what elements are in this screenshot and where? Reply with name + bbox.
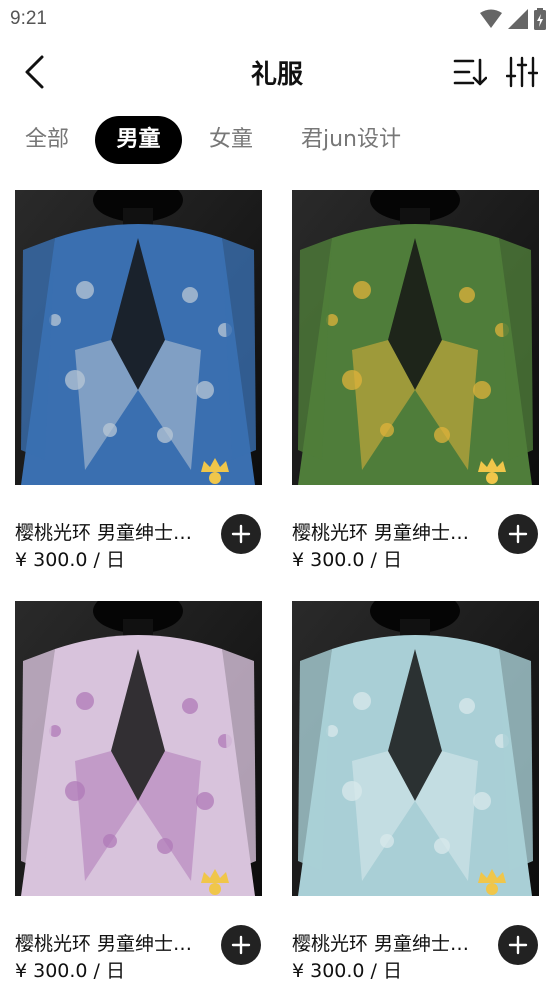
product-image[interactable] bbox=[15, 190, 262, 485]
filter-sliders-icon bbox=[506, 56, 538, 88]
filter-button[interactable] bbox=[502, 52, 542, 92]
suit-photo bbox=[15, 601, 262, 896]
product-price: ¥ 300.0 / 日 bbox=[292, 549, 403, 571]
status-icons bbox=[480, 8, 546, 30]
product-image[interactable] bbox=[292, 601, 539, 896]
add-to-cart-button[interactable] bbox=[221, 925, 261, 965]
sort-icon bbox=[453, 58, 487, 86]
product-price: ¥ 300.0 / 日 bbox=[15, 549, 126, 571]
sort-button[interactable] bbox=[450, 52, 490, 92]
plus-icon bbox=[231, 935, 251, 955]
tab-boys[interactable]: 男童 bbox=[95, 116, 182, 164]
wifi-icon bbox=[480, 9, 502, 28]
product-title[interactable]: 樱桃光环 男童绅士礼服 bbox=[292, 929, 477, 956]
add-to-cart-button[interactable] bbox=[498, 925, 538, 965]
add-to-cart-button[interactable] bbox=[498, 514, 538, 554]
product-title[interactable]: 樱桃光环 男童绅士礼服 bbox=[15, 929, 200, 956]
status-bar: 9:21 bbox=[0, 0, 554, 38]
tab-girls[interactable]: 女童 bbox=[198, 116, 264, 164]
battery-icon bbox=[534, 8, 546, 30]
plus-icon bbox=[231, 524, 251, 544]
product-image[interactable] bbox=[15, 601, 262, 896]
suit-photo bbox=[292, 190, 539, 485]
product-price: ¥ 300.0 / 日 bbox=[292, 960, 403, 982]
plus-icon bbox=[508, 935, 528, 955]
nav-bar: 礼服 bbox=[0, 40, 554, 104]
suit-photo bbox=[15, 190, 262, 485]
category-tabs: 全部 男童 女童 君jun设计 bbox=[0, 114, 554, 166]
product-title[interactable]: 樱桃光环 男童绅士礼服 bbox=[292, 518, 477, 545]
tab-jun-design[interactable]: 君jun设计 bbox=[292, 116, 410, 164]
product-price: ¥ 300.0 / 日 bbox=[15, 960, 126, 982]
add-to-cart-button[interactable] bbox=[221, 514, 261, 554]
product-title[interactable]: 樱桃光环 男童绅士礼服 bbox=[15, 518, 200, 545]
plus-icon bbox=[508, 524, 528, 544]
suit-photo bbox=[292, 601, 539, 896]
status-time: 9:21 bbox=[10, 8, 47, 29]
tab-all[interactable]: 全部 bbox=[14, 116, 80, 164]
signal-icon bbox=[508, 9, 528, 29]
product-image[interactable] bbox=[292, 190, 539, 485]
